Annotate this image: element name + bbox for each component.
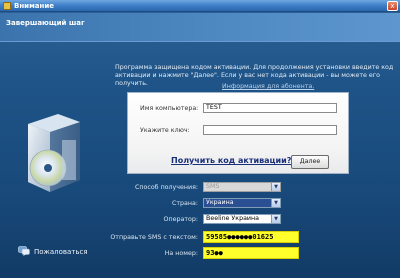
chevron-down-icon: ▼ xyxy=(271,199,280,207)
computer-name-label: Имя компьютера: xyxy=(140,105,199,112)
chevron-down-icon: ▼ xyxy=(271,215,280,223)
key-label: Укажите ключ: xyxy=(140,127,190,134)
complain-label: Пожаловаться xyxy=(34,248,88,256)
number-label: На номер: xyxy=(164,250,198,257)
chevron-down-icon: ▼ xyxy=(271,183,280,191)
operator-label: Оператор: xyxy=(163,216,198,223)
close-icon[interactable]: x xyxy=(387,1,398,11)
window-title: Внимание xyxy=(14,2,55,10)
software-box-cd-icon xyxy=(28,114,80,192)
country-value: Украина xyxy=(206,199,234,206)
next-button[interactable]: Далее xyxy=(291,155,329,169)
subscriber-info-link[interactable]: Информация для абонента. xyxy=(222,83,314,90)
get-activation-code-link[interactable]: Получить код активации? xyxy=(171,156,291,165)
header-divider xyxy=(0,41,400,42)
operator-select[interactable]: Beeline Украина ▼ xyxy=(203,214,281,224)
activation-panel: Имя компьютера: TEST Укажите ключ: Получ… xyxy=(127,92,349,174)
title-bar[interactable]: Внимание x xyxy=(0,0,400,12)
country-select[interactable]: Украина ▼ xyxy=(203,198,281,208)
sms-text-field[interactable]: 59585●●●●●●01625 xyxy=(203,231,299,243)
activation-key-field[interactable] xyxy=(203,125,337,135)
chat-bubble-icon xyxy=(18,246,30,256)
sms-text-label: Отправьте SMS с текстом: xyxy=(110,234,198,241)
complain-link[interactable]: Пожаловаться xyxy=(18,246,98,258)
computer-name-field[interactable]: TEST xyxy=(203,103,337,113)
method-select: SMS ▼ xyxy=(203,182,281,192)
sms-number-field[interactable]: 93●● xyxy=(203,247,299,259)
operator-value: Beeline Украина xyxy=(206,215,259,222)
header-band: Завершающий шаг xyxy=(0,13,400,41)
dialog-window: Внимание x Завершающий шаг Программа защ… xyxy=(0,0,400,278)
country-label: Страна: xyxy=(171,200,198,207)
app-icon xyxy=(3,2,11,10)
method-value: SMS xyxy=(206,183,220,190)
step-title: Завершающий шаг xyxy=(6,19,85,27)
method-label: Способ получения: xyxy=(135,184,198,191)
